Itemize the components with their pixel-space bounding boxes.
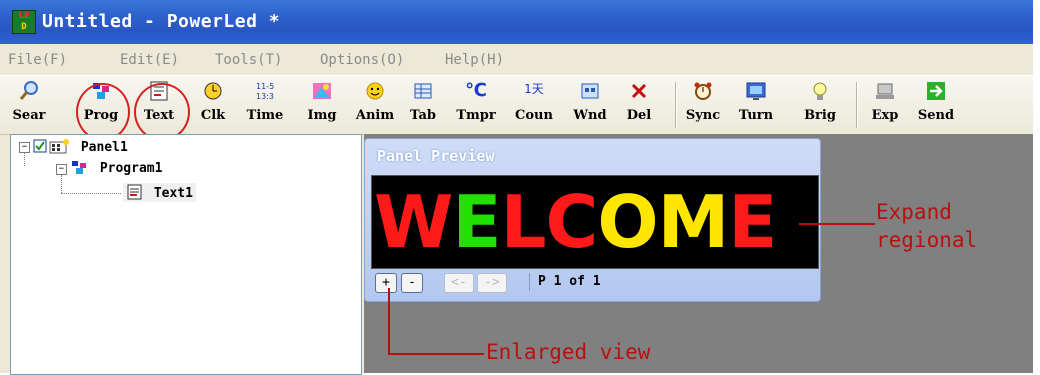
led-letter: W — [374, 180, 453, 264]
right-edge-strip — [1033, 0, 1040, 373]
export-button[interactable]: Exp — [866, 80, 904, 130]
panel-icon — [33, 139, 69, 154]
led-letter: E — [452, 180, 501, 264]
tree-line — [24, 153, 25, 166]
temperature-button[interactable]: ℃ Tmpr — [454, 80, 498, 130]
tree-line — [61, 193, 121, 194]
led-letter: M — [657, 180, 730, 264]
window-icon — [579, 80, 601, 102]
sync-button[interactable]: Sync — [681, 80, 725, 130]
search-button[interactable]: Sear — [8, 80, 50, 130]
brightness-button[interactable]: Brig — [798, 80, 842, 130]
app-window: LE D Untitled - PowerLed * File(F) Edit(E… — [0, 0, 1033, 375]
search-icon — [18, 80, 40, 102]
prev-page-button[interactable]: <- — [444, 273, 474, 293]
annotation-expand: Expand — [876, 200, 952, 224]
animation-icon — [364, 80, 386, 102]
expand-program-toggle[interactable]: − — [56, 164, 67, 175]
led-letter: E — [728, 180, 777, 264]
tree-label-panel: Panel1 — [80, 140, 128, 155]
preview-controls: + - <- -> P 1 of 1 — [371, 270, 815, 294]
annotation-enlarged-view: Enlarged view — [486, 340, 651, 364]
next-page-button[interactable]: -> — [477, 273, 507, 293]
led-letter: O — [597, 180, 658, 264]
highlight-circle-text — [134, 83, 190, 141]
led-app-icon: LE D — [12, 10, 36, 34]
enlarged-pointer-line-v — [388, 288, 390, 354]
expand-panel-toggle[interactable]: − — [19, 142, 30, 153]
tree-item-text[interactable]: Text1 — [123, 183, 196, 202]
svg-text:13:3: 13:3 — [256, 92, 274, 101]
menu-help[interactable]: Help(H) — [445, 52, 504, 68]
send-icon — [925, 80, 947, 102]
image-button[interactable]: Img — [303, 80, 341, 130]
tree-item-program[interactable]: Program1 — [70, 159, 162, 176]
table-icon — [412, 80, 434, 102]
countdown-icon: 1天 — [524, 82, 544, 96]
toolbar-separator — [856, 82, 858, 128]
brightness-icon — [809, 80, 831, 102]
preview-title: Panel Preview — [377, 147, 495, 165]
led-letter: L — [500, 180, 547, 264]
sync-icon — [692, 80, 714, 102]
clock-button[interactable]: Clk — [192, 80, 234, 130]
svg-text:11-5: 11-5 — [256, 82, 274, 91]
menu-edit[interactable]: Edit(E) — [120, 52, 179, 68]
zoom-out-button[interactable]: - — [401, 273, 423, 293]
menu-options[interactable]: Options(O) — [320, 52, 404, 68]
panel-preview-window[interactable]: Panel Preview WELCOME + - <- -> P 1 of 1 — [364, 138, 821, 302]
menu-tools[interactable]: Tools(T) — [215, 52, 282, 68]
title-bar[interactable]: LE D Untitled - PowerLed * — [0, 0, 1033, 44]
menu-file[interactable]: File(F) — [8, 52, 67, 68]
send-button[interactable]: Send — [914, 80, 958, 130]
time-button[interactable]: 11-5 13:3 Time — [243, 80, 287, 130]
window-button[interactable]: Wnd — [570, 80, 610, 130]
temperature-icon: ℃ — [465, 80, 487, 101]
tree-line — [61, 175, 62, 193]
tree-item-panel[interactable]: Panel1 — [33, 138, 128, 155]
highlight-circle-prog — [76, 83, 130, 141]
led-text: WELCOME — [372, 182, 820, 262]
tree-label-program: Program1 — [99, 161, 163, 176]
program-tree-icon — [72, 161, 86, 174]
animation-button[interactable]: Anim — [354, 80, 396, 130]
delete-button[interactable]: Del — [620, 80, 658, 130]
text-tree-icon — [127, 184, 142, 200]
led-letter: C — [545, 180, 599, 264]
project-tree: − Panel1 − Program1 Text1 — [10, 134, 362, 375]
table-button[interactable]: Tab — [404, 80, 442, 130]
expand-pointer-line — [799, 223, 875, 225]
time-icon: 11-5 13:3 — [254, 80, 276, 102]
countdown-button[interactable]: 1天 Coun — [512, 80, 556, 130]
window-title: Untitled - PowerLed * — [42, 11, 281, 32]
delete-icon — [628, 80, 650, 102]
tree-label-text: Text1 — [153, 186, 193, 201]
page-status: P 1 of 1 — [529, 273, 601, 291]
toolbar-separator — [675, 82, 677, 128]
annotation-regional: regional — [876, 228, 978, 252]
led-display: WELCOME — [371, 175, 819, 269]
enlarged-pointer-line-h — [388, 353, 484, 355]
turn-button[interactable]: Turn — [734, 80, 778, 130]
clock-icon — [202, 80, 224, 102]
zoom-in-button[interactable]: + — [375, 273, 397, 293]
image-icon — [311, 80, 333, 102]
menu-bar: File(F) Edit(E) Tools(T) Options(O) Help… — [0, 47, 1033, 73]
export-icon — [874, 80, 896, 102]
turn-icon — [745, 80, 767, 102]
